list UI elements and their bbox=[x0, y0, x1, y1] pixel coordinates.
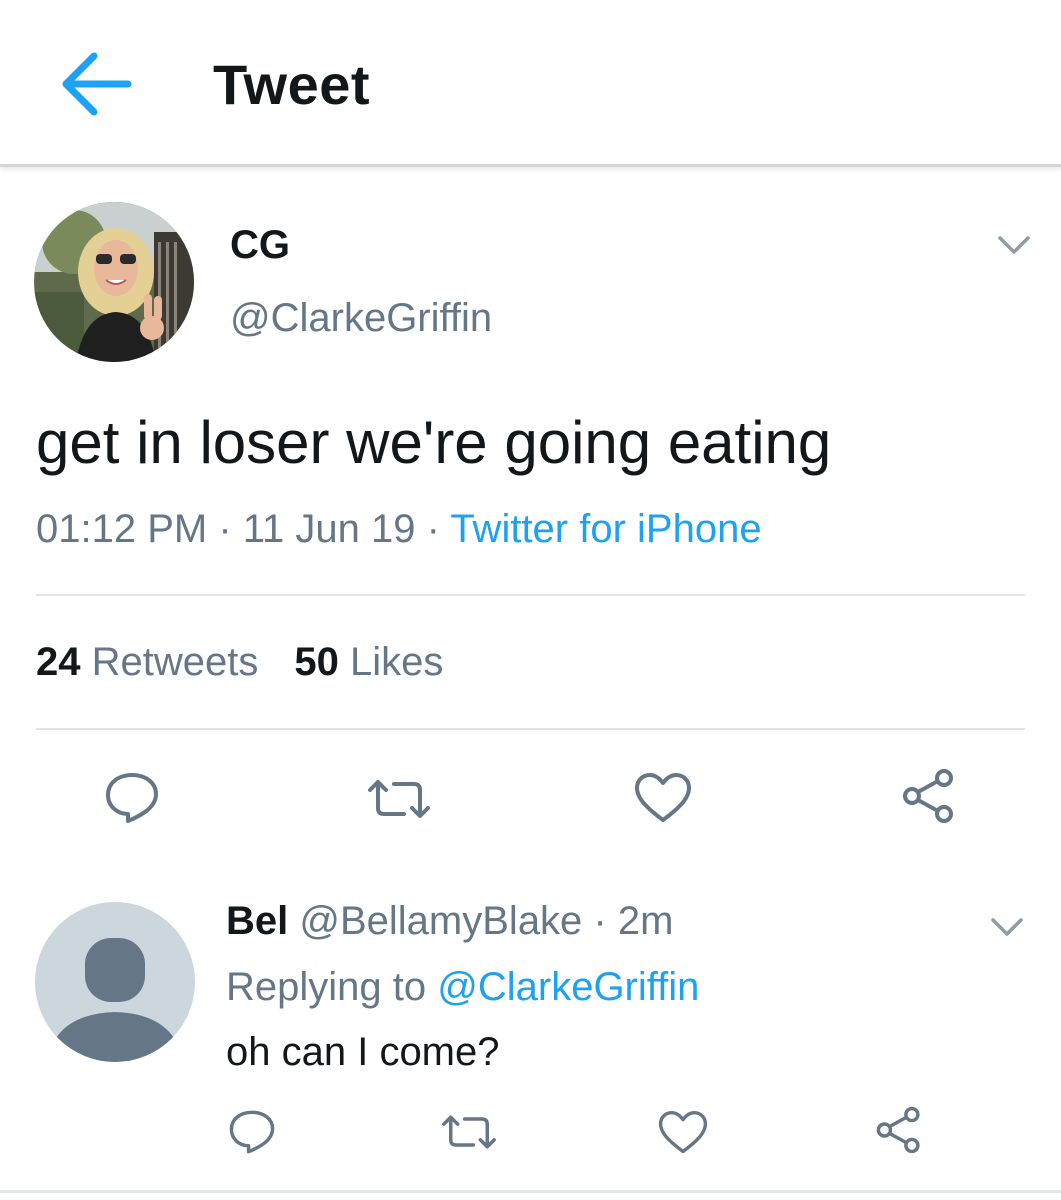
tweet-date: 11 Jun 19 bbox=[242, 507, 416, 551]
retweets-label: Retweets bbox=[91, 640, 259, 684]
tweet-metadata: 01:12 PM · 11 Jun 19 · Twitter for iPhon… bbox=[36, 507, 762, 552]
replying-to-link[interactable]: @ClarkeGriffin bbox=[437, 965, 699, 1009]
heart-icon bbox=[658, 1110, 708, 1154]
share-icon bbox=[903, 769, 953, 823]
tweet-options-button[interactable] bbox=[997, 234, 1031, 256]
divider bbox=[36, 728, 1025, 730]
back-button[interactable] bbox=[58, 48, 134, 120]
retweet-icon bbox=[368, 780, 430, 818]
reply-retweet-button[interactable] bbox=[440, 1112, 498, 1152]
chevron-down-icon bbox=[991, 918, 1023, 936]
tweet-time: 01:12 PM bbox=[36, 507, 208, 551]
author-name[interactable]: CG bbox=[230, 223, 290, 268]
retweets-count: 24 bbox=[36, 640, 81, 684]
reply-time: 2m bbox=[617, 899, 674, 943]
likes-count: 50 bbox=[294, 640, 339, 684]
reply-like-button[interactable] bbox=[658, 1110, 708, 1155]
tweet-stats: 24 Retweets 50 Likes bbox=[36, 640, 443, 685]
reply-bubble-icon bbox=[106, 773, 158, 823]
reply-time-separator: · bbox=[582, 899, 618, 943]
reply-author-name[interactable]: Bel bbox=[226, 899, 288, 943]
meta-separator: · bbox=[207, 507, 243, 551]
reply-reply-button[interactable] bbox=[228, 1108, 276, 1156]
author-avatar[interactable] bbox=[34, 202, 194, 362]
divider bbox=[36, 594, 1025, 596]
share-button[interactable] bbox=[900, 768, 958, 824]
reply-author-handle[interactable]: @BellamyBlake bbox=[299, 899, 582, 943]
reply-share-button[interactable] bbox=[874, 1106, 924, 1154]
reply-options-button[interactable] bbox=[990, 916, 1024, 938]
reply-header: Bel @BellamyBlake · 2m bbox=[226, 899, 673, 944]
replying-to-line: Replying to @ClarkeGriffin bbox=[226, 965, 699, 1010]
like-button[interactable] bbox=[634, 772, 692, 824]
retweets-stat[interactable]: 24 Retweets bbox=[36, 640, 258, 684]
heart-icon bbox=[635, 773, 691, 822]
reply-author-avatar[interactable] bbox=[35, 902, 195, 1062]
reply-bubble-icon bbox=[229, 1110, 275, 1154]
retweet-button[interactable] bbox=[366, 776, 432, 822]
tweet-source-link[interactable]: Twitter for iPhone bbox=[450, 507, 761, 551]
default-profile-icon bbox=[47, 938, 183, 1062]
tweet-text: get in loser we're going eating bbox=[36, 409, 832, 476]
author-handle[interactable]: @ClarkeGriffin bbox=[230, 296, 492, 341]
likes-stat[interactable]: 50 Likes bbox=[294, 640, 443, 684]
chevron-down-icon bbox=[998, 236, 1030, 254]
replying-to-label: Replying to bbox=[226, 965, 427, 1009]
arrow-left-icon bbox=[62, 52, 132, 116]
reply-button[interactable] bbox=[104, 770, 160, 826]
top-app-bar: Tweet bbox=[0, 0, 1061, 167]
page-title: Tweet bbox=[213, 53, 371, 116]
likes-label: Likes bbox=[350, 640, 444, 684]
reply-text: oh can I come? bbox=[226, 1030, 500, 1074]
meta-separator: · bbox=[415, 507, 451, 551]
retweet-icon bbox=[442, 1115, 496, 1149]
bottom-divider bbox=[0, 1190, 1061, 1193]
share-icon bbox=[876, 1106, 920, 1154]
